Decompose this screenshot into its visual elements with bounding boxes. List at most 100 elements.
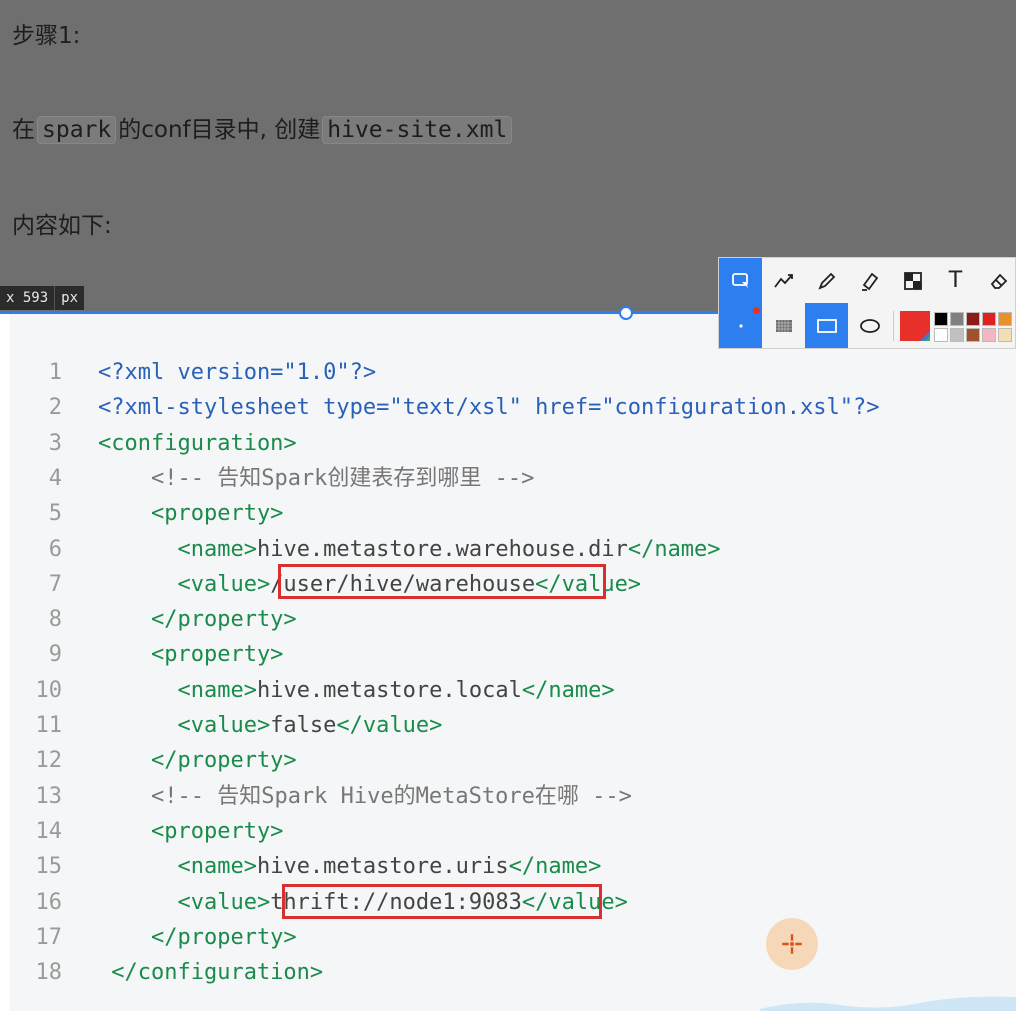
code-line: 5 <property> [10,496,1016,531]
highlight-box-warehouse[interactable] [278,564,606,599]
line-number: 11 [35,713,63,738]
color-swatch[interactable] [950,312,964,326]
code-text: <name>hive.metastore.uris</name> [98,849,601,884]
code-token: <value> [98,571,271,597]
code-line: 1 <?xml version="1.0"?> [10,355,1016,390]
code-text: </property> [98,743,297,778]
selected-color-swatch[interactable] [900,311,930,341]
code-token: <!-- 告知Spark Hive的MetaStore在哪 --> [98,783,632,809]
line-number: 15 [35,854,63,880]
code-token: <configuration> [98,430,297,456]
code-token: </property> [98,607,297,633]
content-label: 内容如下: [12,213,112,239]
code-line: 9 <property> [10,637,1016,672]
highlight-box-thrift[interactable] [282,884,602,919]
code-line: 8 </property> [10,602,1016,637]
code-line: 3 <configuration> [10,426,1016,461]
color-swatch[interactable] [934,312,948,326]
dot-size-icon[interactable] [719,303,762,348]
line-icon[interactable] [762,258,805,303]
line-number: 8 [48,607,62,633]
code-token: hive.metastore.warehouse.dir [256,536,628,562]
code-line: 15 <name>hive.metastore.uris</name> [10,849,1016,884]
code-token: </name> [508,854,602,880]
rectangle-shape-icon[interactable] [805,303,848,348]
color-swatch[interactable] [966,312,980,326]
color-swatch[interactable] [982,312,996,326]
code-token: <?xml-stylesheet type="text/xsl" href="c… [98,395,880,421]
inline-code-spark: spark [37,116,117,144]
code-text: <?xml-stylesheet type="text/xsl" href="c… [98,390,879,425]
line-number: 5 [48,501,62,527]
line-number: 10 [35,677,63,703]
toolbar-divider [893,311,894,341]
line-number: 3 [48,430,62,456]
line-number: 7 [48,571,62,597]
line-number: 14 [35,818,63,844]
code-token: </name> [627,536,721,562]
color-swatch[interactable] [934,328,948,342]
instruction-middle: 的conf目录中, 创建 [118,117,321,143]
instruction-prefix: 在 [12,117,35,143]
code-line: 6 <name>hive.metastore.warehouse.dir</na… [10,532,1016,567]
color-swatch[interactable] [982,328,996,342]
text-tool-icon[interactable]: T [934,258,977,303]
highlighter-icon[interactable] [848,258,891,303]
pencil-icon[interactable] [805,258,848,303]
wave-decoration [760,996,1016,1011]
code-text: <property> [98,814,283,849]
text-tool-glyph: T [948,268,963,293]
code-token: <?xml version="1.0"?> [98,360,377,385]
code-token: <!-- 告知Spark创建表存到哪里 --> [98,465,535,491]
code-token: <value> [98,889,271,915]
line-number: 1 [48,360,62,385]
color-swatch[interactable] [998,328,1012,342]
code-text: <!-- 告知Spark创建表存到哪里 --> [98,461,534,496]
code-token: <property> [98,501,284,527]
code-token: <property> [98,642,284,668]
size-readout-value: x 593 [6,290,49,306]
move-crosshair-button[interactable] [766,918,818,970]
code-line: 12 </property> [10,743,1016,778]
eraser-icon[interactable] [977,258,1016,303]
line-number: 18 [35,960,63,986]
code-token: </name> [521,677,615,703]
code-token: </configuration> [98,960,324,986]
rectangle-select-icon[interactable] [719,258,762,303]
code-token: <name> [98,854,257,880]
code-text: </property> [98,920,297,955]
code-text: <configuration> [98,426,297,461]
mosaic-icon[interactable] [891,258,934,303]
instruction-line: 在 spark 的conf目录中, 创建 hive-site.xml [12,110,514,144]
code-token: false [270,713,337,738]
code-token: hive.metastore.uris [256,854,509,880]
fill-pattern-icon[interactable] [762,303,805,348]
code-token: </property> [98,924,297,950]
code-line: 17 </property> [10,920,1016,955]
color-swatch[interactable] [966,328,980,342]
line-number: 2 [48,395,62,421]
code-text: <property> [98,637,283,672]
color-swatch[interactable] [998,312,1012,326]
code-token: <name> [98,677,257,703]
toolbar-row-tools: T [719,258,1016,303]
code-token: <value> [98,713,271,738]
color-swatch[interactable] [950,328,964,342]
line-number: 17 [35,924,63,950]
code-line: 2 <?xml-stylesheet type="text/xsl" href="… [10,390,1016,425]
line-number: 9 [48,642,62,668]
selection-resize-handle[interactable] [619,306,633,320]
toolbar-row-options [719,303,1012,348]
code-text: <!-- 告知Spark Hive的MetaStore在哪 --> [98,779,632,814]
code-line: 13 <!-- 告知Spark Hive的MetaStore在哪 --> [10,779,1016,814]
line-number: 12 [35,748,63,774]
selection-size-readout: x 593 px [0,286,85,310]
code-text: <?xml version="1.0"?> [98,355,376,390]
code-text: </property> [98,602,297,637]
code-token: <name> [98,536,257,562]
ellipse-shape-icon[interactable] [848,303,891,348]
code-token: </value> [336,713,443,738]
color-palette [934,312,1012,348]
size-readout-unit: px [61,290,79,306]
dot-indicator [753,307,760,314]
